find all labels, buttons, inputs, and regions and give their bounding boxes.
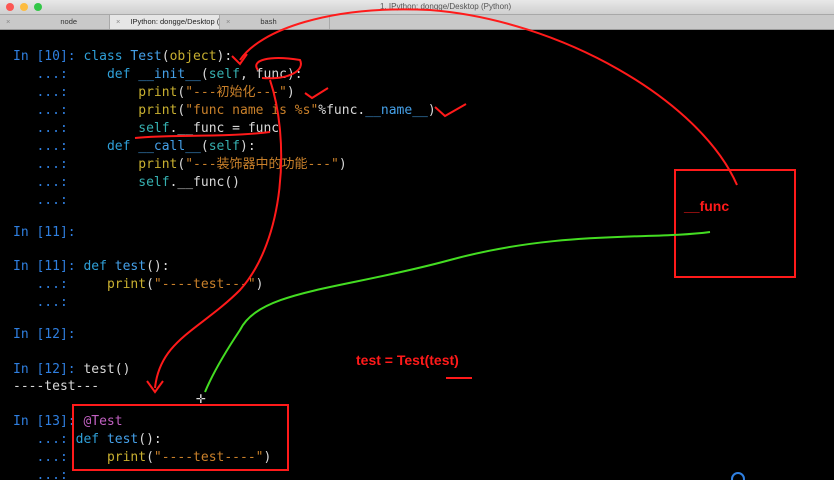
func-annotation-box xyxy=(674,169,796,278)
annotation-overlay xyxy=(72,8,796,471)
check-mark xyxy=(304,87,329,100)
crosshair-cursor-icon: ✛ xyxy=(196,388,206,407)
terminal-window: 1. IPython: dongge/Desktop (Python) × nod… xyxy=(0,0,834,480)
assign-annotation-label: test = Test(test) xyxy=(356,352,459,368)
underline-stroke xyxy=(134,131,271,139)
red-arrow-curve xyxy=(154,79,283,389)
check-mark xyxy=(434,103,467,118)
decorator-annotation-box xyxy=(72,404,289,471)
green-arrow-line xyxy=(204,231,711,393)
func-annotation-label: __func xyxy=(684,198,730,214)
scroll-indicator-icon[interactable] xyxy=(731,472,745,480)
func-param-circle xyxy=(255,57,302,80)
